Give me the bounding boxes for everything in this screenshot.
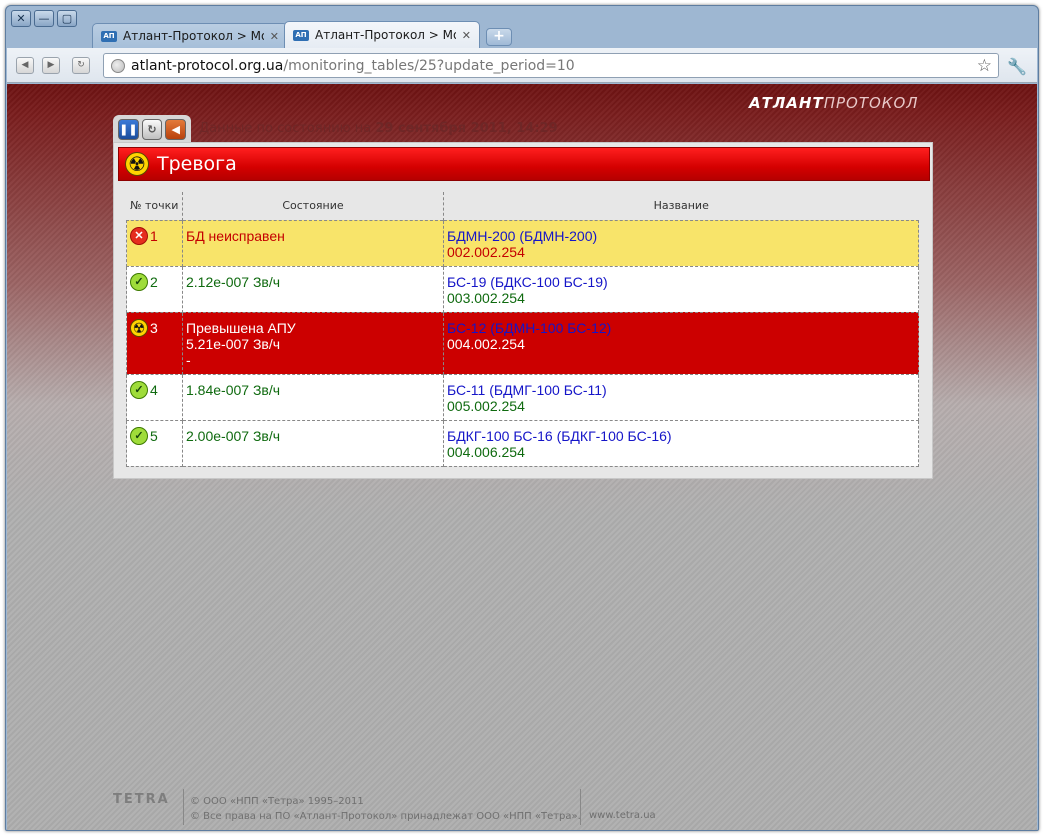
radiation-icon: ☢	[130, 318, 148, 337]
site-favicon-icon: АП	[293, 29, 309, 41]
refresh-button[interactable]: ↻	[141, 119, 163, 140]
reload-button[interactable]: ↻	[72, 57, 90, 74]
point-code: 004.006.254	[447, 443, 525, 460]
ok-check-icon: ✓	[130, 380, 148, 399]
browser-window: ✕ — ▢ АП Атлант-Протокол > Мо... ✕ АП Ат…	[5, 5, 1039, 831]
table-row[interactable]: ✓ 4 1.84е-007 Зв/ч БС-11 (БДМГ-100 БС-11)…	[126, 373, 919, 421]
point-state: 2.00е-007 Зв/ч	[182, 419, 444, 467]
timestamp-date: 29 сентября 2011, 14:29	[375, 121, 558, 136]
control-panel: ❚❚ ↻ ◀	[113, 115, 191, 142]
point-name-link[interactable]: БДКГ-100 БС-16 (БДКГ-100 БС-16)	[447, 428, 915, 444]
point-name-cell: БС-11 (БДМГ-100 БС-11) 005.002.254	[443, 373, 919, 421]
forward-button[interactable]: ▶	[42, 57, 60, 74]
state-line: -	[186, 351, 191, 368]
wrench-menu-icon[interactable]: 🔧	[1007, 57, 1027, 76]
back-button[interactable]: ◀	[16, 57, 34, 74]
state-line: 2.00е-007 Зв/ч	[186, 427, 281, 444]
radiation-icon	[125, 152, 149, 176]
url-path: /monitoring_tables/25?update_period=10	[283, 57, 575, 74]
point-code: 002.002.254	[447, 243, 525, 260]
tab-title: Атлант-Протокол > Мо...	[315, 28, 456, 42]
close-tab-icon[interactable]: ✕	[270, 30, 279, 43]
error-icon: ✕	[130, 226, 148, 245]
logo-light-text: ПРОТОКОЛ	[823, 94, 919, 112]
state-line: 2.12е-007 Зв/ч	[186, 273, 281, 290]
sound-button[interactable]: ◀	[165, 119, 187, 140]
logo-bold-text: АТЛАНТ	[749, 94, 824, 112]
alarm-header: Тревога	[118, 147, 930, 181]
table-row[interactable]: ✓ 5 2.00е-007 Зв/ч БДКГ-100 БС-16 (БДКГ-1…	[126, 419, 919, 467]
table-row[interactable]: ☢ 3 Превышена АПУ 5.21е-007 Зв/ч - БС-12 …	[126, 311, 919, 375]
point-code: 003.002.254	[447, 289, 525, 306]
site-logo: АТЛАНТПРОТОКОЛ	[749, 94, 919, 112]
close-window-button[interactable]: ✕	[11, 10, 31, 27]
browser-toolbar: ◀ ▶ ↻ atlant-protocol.org.ua/monitoring_…	[7, 48, 1037, 83]
footer-divider	[183, 789, 184, 825]
point-name-cell: БС-12 (БДМН-100 БС-12) 004.002.254	[443, 311, 919, 375]
page-content: АТЛАНТПРОТОКОЛ ❚❚ ↻ ◀ Данные по состояни…	[7, 84, 1037, 830]
point-code: 005.002.254	[447, 397, 525, 414]
column-header-point[interactable]: № точки	[126, 192, 183, 220]
monitoring-panel: Тревога № точки Состояние Название ✕1 БД…	[113, 142, 933, 479]
column-header-state[interactable]: Состояние	[182, 192, 444, 220]
point-number: 3	[150, 319, 158, 336]
tab-title: Атлант-Протокол > Мо...	[123, 29, 264, 43]
point-number: 5	[150, 427, 158, 444]
browser-tab-active[interactable]: АП Атлант-Протокол > Мо... ✕	[284, 21, 480, 48]
point-number: 1	[150, 227, 158, 244]
point-number: 4	[150, 381, 158, 398]
tetra-logo: TETRA	[113, 792, 170, 807]
point-name-cell: БДКГ-100 БС-16 (БДКГ-100 БС-16) 004.006.…	[443, 419, 919, 467]
url-host: atlant-protocol.org.ua	[131, 57, 284, 74]
timestamp-prefix: Данные по состоянию на	[199, 121, 372, 136]
point-state: Превышена АПУ 5.21е-007 Зв/ч -	[182, 311, 444, 375]
copyright-line: © Все права на ПО «Атлант-Протокол» прин…	[190, 811, 581, 822]
footer-divider	[580, 789, 581, 825]
state-line: БД неисправен	[186, 227, 285, 244]
bookmark-star-icon[interactable]: ☆	[977, 56, 992, 76]
point-number: 2	[150, 273, 158, 290]
column-header-name[interactable]: Название	[444, 192, 919, 220]
point-name-cell: БС-19 (БДКС-100 БС-19) 003.002.254	[443, 265, 919, 313]
table-row[interactable]: ✕ 1 БД неисправен БДМН-200 (БДМН-200) 002…	[126, 219, 919, 267]
data-timestamp: Данные по состоянию на 29 сентября 2011,…	[199, 121, 558, 136]
point-state: 1.84е-007 Зв/ч	[182, 373, 444, 421]
point-name-cell: БДМН-200 (БДМН-200) 002.002.254	[443, 219, 919, 267]
close-tab-icon[interactable]: ✕	[462, 29, 471, 42]
footer-website-link[interactable]: www.tetra.ua	[589, 810, 656, 821]
table-row[interactable]: ✓ 2 2.12е-007 Зв/ч БС-19 (БДКС-100 БС-19)…	[126, 265, 919, 313]
state-line: Превышена АПУ	[186, 319, 296, 336]
tab-strip: АП Атлант-Протокол > Мо... ✕ АП Атлант-П…	[92, 21, 512, 48]
state-line: 5.21е-007 Зв/ч	[186, 335, 281, 352]
browser-tab[interactable]: АП Атлант-Протокол > Мо... ✕	[92, 23, 288, 48]
point-name-link[interactable]: БС-19 (БДКС-100 БС-19)	[447, 274, 915, 290]
point-name-link[interactable]: БДМН-200 (БДМН-200)	[447, 228, 915, 244]
point-name-link[interactable]: БС-11 (БДМГ-100 БС-11)	[447, 382, 915, 398]
copyright-line: © ООО «НПП «Тетра» 1995–2011	[190, 796, 364, 807]
point-state: БД неисправен	[182, 219, 444, 267]
footer-copyright: © ООО «НПП «Тетра» 1995–2011 © Все права…	[190, 794, 581, 824]
monitoring-table: № точки Состояние Название ✕ 1 БД неиспра…	[126, 192, 919, 467]
alarm-title: Тревога	[157, 153, 237, 175]
ok-check-icon: ✓	[130, 272, 148, 291]
site-favicon-icon: АП	[101, 30, 117, 42]
point-state: 2.12е-007 Зв/ч	[182, 265, 444, 313]
globe-icon	[111, 58, 125, 73]
maximize-window-button[interactable]: ▢	[57, 10, 77, 27]
point-name-link[interactable]: БС-12 (БДМН-100 БС-12)	[447, 320, 915, 336]
window-controls: ✕ — ▢	[11, 10, 77, 27]
pause-button[interactable]: ❚❚	[118, 119, 139, 140]
new-tab-button[interactable]: +	[486, 28, 512, 46]
ok-check-icon: ✓	[130, 426, 148, 445]
minimize-window-button[interactable]: —	[34, 10, 54, 27]
address-bar[interactable]: atlant-protocol.org.ua/monitoring_tables…	[103, 53, 999, 78]
state-line: 1.84е-007 Зв/ч	[186, 381, 281, 398]
point-code: 004.002.254	[447, 335, 525, 352]
